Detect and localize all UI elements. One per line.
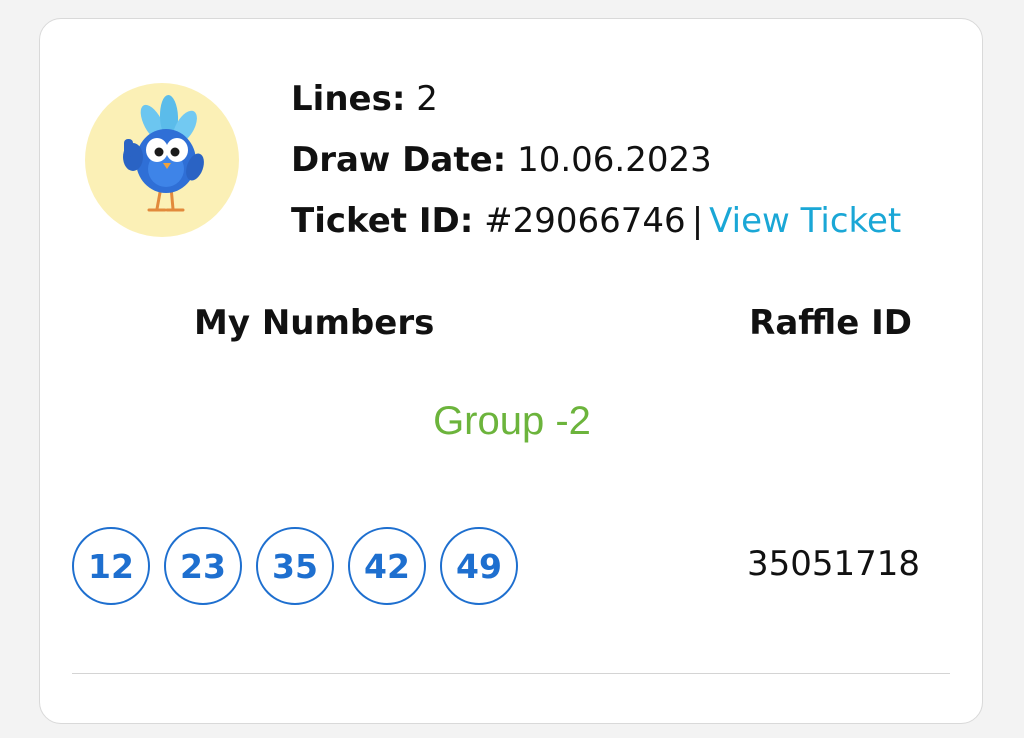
- number-ball: 23: [164, 527, 242, 605]
- group-label: Group -2: [433, 399, 591, 443]
- number-ball: 35: [256, 527, 334, 605]
- lines-row: Lines: 2: [291, 75, 901, 136]
- ticket-id-row: Ticket ID: #29066746 | View Ticket: [291, 197, 901, 258]
- view-ticket-link[interactable]: View Ticket: [709, 201, 901, 241]
- my-numbers-header: My Numbers: [194, 303, 435, 343]
- number-ball: 12: [72, 527, 150, 605]
- ticket-id-value: #29066746: [484, 201, 686, 241]
- ticket-card: Lines: 2 Draw Date: 10.06.2023 Ticket ID…: [39, 18, 983, 724]
- lines-label: Lines:: [291, 79, 406, 119]
- draw-date-value: 10.06.2023: [517, 140, 712, 180]
- ticket-info: Lines: 2 Draw Date: 10.06.2023 Ticket ID…: [291, 75, 901, 258]
- mascot-avatar: [85, 83, 239, 237]
- separator: |: [691, 201, 704, 241]
- lines-value: 2: [416, 79, 438, 119]
- raffle-id-header: Raffle ID: [749, 303, 912, 343]
- draw-date-label: Draw Date:: [291, 140, 507, 180]
- raffle-id-value: 35051718: [746, 544, 920, 584]
- draw-date-row: Draw Date: 10.06.2023: [291, 136, 901, 197]
- mascot-bird-icon: [123, 95, 204, 212]
- number-ball: 42: [348, 527, 426, 605]
- number-ball: 49: [440, 527, 518, 605]
- number-balls: 12 23 35 42 49: [72, 527, 518, 605]
- ticket-id-label: Ticket ID:: [291, 201, 474, 241]
- divider: [72, 673, 950, 674]
